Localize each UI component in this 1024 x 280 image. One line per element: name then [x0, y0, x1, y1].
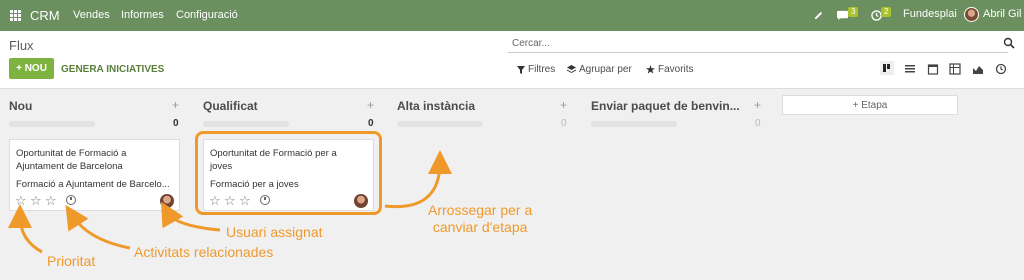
opportunity-card[interactable]: Oportunitat de Formació a Ajuntament de …: [9, 139, 180, 211]
user-avatar[interactable]: [964, 7, 979, 22]
activities-badge: 2: [881, 7, 892, 17]
assigned-user-avatar[interactable]: [160, 194, 174, 208]
pivot-view-icon[interactable]: [949, 63, 961, 75]
priority-star-icon[interactable]: ☆: [30, 194, 42, 207]
groupby-dropdown[interactable]: Agrupar per: [567, 64, 632, 75]
menu-vendes[interactable]: Vendes: [73, 9, 110, 21]
star-icon: [646, 65, 655, 74]
annotation-assigned-user: Usuari assignat: [226, 224, 323, 240]
column-progress-bar: [203, 121, 289, 127]
search-icon[interactable]: [1003, 37, 1015, 49]
search-input[interactable]: [508, 35, 1008, 53]
groupby-label: Agrupar per: [579, 64, 632, 75]
list-view-icon[interactable]: [904, 63, 916, 75]
card-title-line: Oportunitat de Formació a: [16, 148, 127, 159]
filters-dropdown[interactable]: Filtres: [517, 64, 555, 75]
apps-grid-icon[interactable]: [10, 10, 21, 21]
column-quick-create-button[interactable]: +: [560, 98, 567, 112]
column-count: 0: [368, 118, 374, 129]
column-progress-bar: [9, 121, 95, 127]
activity-clock-icon[interactable]: [66, 195, 76, 205]
kanban-view-icon[interactable]: [880, 61, 894, 75]
filters-label: Filtres: [528, 64, 556, 75]
column-title-alta-instancia[interactable]: Alta instància: [397, 99, 475, 113]
column-count: 0: [755, 118, 761, 129]
column-count: 0: [561, 118, 567, 129]
new-button[interactable]: + NOU: [9, 58, 54, 79]
activity-view-icon[interactable]: [995, 63, 1007, 75]
annotation-activities: Activitats relacionades: [134, 244, 274, 260]
user-menu[interactable]: Abril Gil: [983, 8, 1022, 20]
card-title: Oportunitat de Formació a Ajuntament de …: [16, 147, 126, 173]
top-navbar: CRM Vendes Informes Configuració 3 2 Fun…: [0, 0, 1024, 31]
add-stage-button[interactable]: + Etapa: [782, 95, 958, 115]
generate-leads-button[interactable]: GENERA INICIATIVES: [61, 64, 164, 75]
edit-pencil-icon[interactable]: [813, 10, 824, 21]
favorites-dropdown[interactable]: Favorits: [646, 64, 694, 75]
column-quick-create-button[interactable]: +: [172, 98, 179, 112]
annotation-drag: Arrossegar per a canviar d'etapa: [428, 202, 532, 236]
column-title-nou[interactable]: Nou: [9, 99, 32, 113]
menu-configuracio[interactable]: Configuració: [176, 9, 238, 21]
messages-badge: 3: [848, 7, 859, 17]
annotation-drag-line: Arrossegar per a: [428, 202, 533, 218]
column-count: 0: [173, 118, 179, 129]
column-quick-create-button[interactable]: +: [754, 98, 761, 112]
priority-star-icon[interactable]: ☆: [15, 194, 27, 207]
annotation-drag-line: canviar d'etapa: [432, 219, 528, 235]
column-title-enviar-paquet[interactable]: Enviar paquet de benvin...: [591, 99, 740, 113]
highlight-frame: [195, 131, 382, 215]
menu-informes[interactable]: Informes: [121, 9, 164, 21]
filter-icon: [517, 65, 525, 74]
control-panel: Flux + NOU GENERA INICIATIVES Filtres Ag…: [0, 31, 1024, 89]
priority-star-icon[interactable]: ☆: [45, 194, 57, 207]
app-brand[interactable]: CRM: [30, 8, 60, 23]
breadcrumb: Flux: [9, 38, 34, 53]
column-title-qualificat[interactable]: Qualificat: [203, 99, 258, 113]
column-progress-bar: [591, 121, 677, 127]
calendar-view-icon[interactable]: [927, 63, 939, 75]
column-quick-create-button[interactable]: +: [367, 98, 374, 112]
graph-view-icon[interactable]: [972, 63, 984, 75]
favorites-label: Favorits: [658, 64, 694, 75]
card-subtitle: Formació a Ajuntament de Barcelo...: [16, 179, 170, 190]
layers-icon: [567, 65, 576, 73]
card-title-line: Ajuntament de Barcelona: [16, 161, 123, 172]
annotation-priority: Prioritat: [47, 253, 96, 269]
column-progress-bar: [397, 121, 483, 127]
company-switcher[interactable]: Fundesplai: [903, 8, 957, 20]
